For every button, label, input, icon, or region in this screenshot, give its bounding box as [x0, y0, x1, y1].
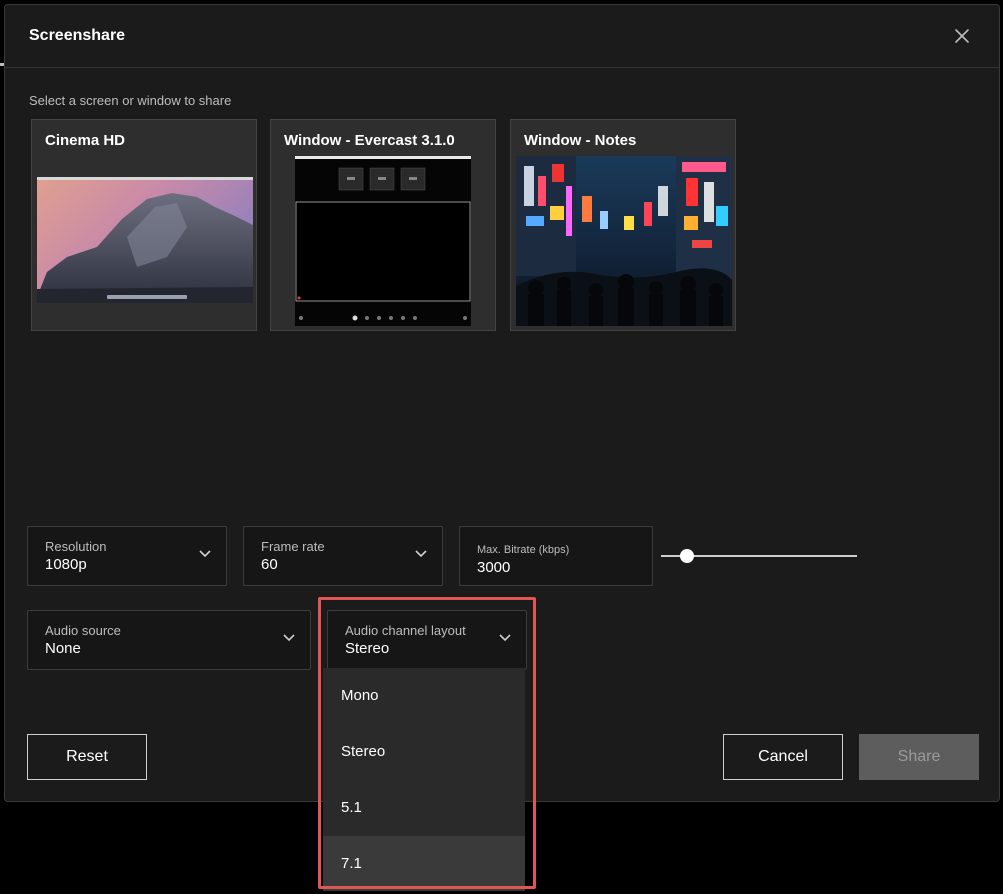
- source-preview-image: [295, 156, 471, 326]
- source-card-cinema-hd[interactable]: Cinema HD: [31, 119, 257, 331]
- audio-channel-layout-value: Stereo: [345, 640, 390, 657]
- audio-channel-layout-menu: Mono Stereo 5.1 7.1: [323, 668, 525, 891]
- share-button[interactable]: Share: [859, 734, 979, 780]
- source-preview-image: [37, 177, 253, 303]
- close-button[interactable]: [953, 27, 971, 45]
- audio-channel-layout-label: Audio channel layout: [345, 623, 466, 638]
- bitrate-input[interactable]: Max. Bitrate (kbps) 3000: [459, 526, 653, 586]
- dialog-header: Screenshare: [5, 5, 999, 68]
- cancel-button[interactable]: Cancel: [723, 734, 843, 780]
- reset-button[interactable]: Reset: [27, 734, 147, 780]
- mountain-landscape-preview: [37, 177, 253, 303]
- audio-source-value: None: [45, 640, 81, 657]
- resolution-value: 1080p: [45, 556, 87, 573]
- source-card-title: Cinema HD: [45, 132, 126, 149]
- resolution-select[interactable]: Resolution 1080p: [27, 526, 227, 586]
- bitrate-value: 3000: [477, 559, 511, 576]
- audio-channel-layout-select[interactable]: Audio channel layout Stereo: [327, 610, 527, 670]
- source-card-notes[interactable]: Window - Notes: [510, 119, 736, 331]
- audio-source-select[interactable]: Audio source None: [27, 610, 311, 670]
- source-card-evercast[interactable]: Window - Evercast 3.1.0: [270, 119, 496, 331]
- frame-rate-value: 60: [261, 556, 278, 573]
- app-window-preview: [295, 156, 471, 326]
- menu-option-stereo[interactable]: Stereo: [323, 724, 525, 779]
- menu-option-7-1[interactable]: 7.1: [323, 836, 525, 891]
- source-preview-image: [516, 156, 732, 326]
- chevron-down-icon: [199, 550, 211, 558]
- chevron-down-icon: [499, 634, 511, 642]
- chevron-down-icon: [283, 634, 295, 642]
- close-icon: [955, 29, 969, 43]
- city-street-preview: [516, 156, 732, 326]
- source-card-title: Window - Notes: [524, 132, 637, 149]
- menu-option-mono[interactable]: Mono: [323, 668, 525, 723]
- audio-source-label: Audio source: [45, 623, 121, 638]
- bitrate-label: Max. Bitrate (kbps): [477, 544, 570, 556]
- chevron-down-icon: [415, 550, 427, 558]
- menu-option-5-1[interactable]: 5.1: [323, 780, 525, 835]
- bitrate-slider[interactable]: [661, 548, 857, 564]
- source-card-title: Window - Evercast 3.1.0: [284, 132, 455, 149]
- dialog-subtitle: Select a screen or window to share: [29, 93, 232, 108]
- frame-rate-select[interactable]: Frame rate 60: [243, 526, 443, 586]
- frame-rate-label: Frame rate: [261, 539, 325, 554]
- resolution-label: Resolution: [45, 539, 107, 554]
- dialog-title: Screenshare: [29, 27, 126, 44]
- bitrate-slider-thumb[interactable]: [679, 549, 694, 563]
